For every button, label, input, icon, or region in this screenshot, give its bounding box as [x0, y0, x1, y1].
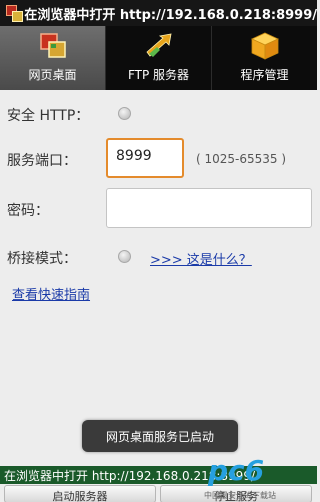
tab-label: FTP 服务器: [127, 68, 190, 82]
tab-web-desktop[interactable]: 网页桌面: [0, 26, 106, 90]
what-is-this-link[interactable]: >>> 这是什么？: [150, 249, 252, 268]
bridge-mode-radio[interactable]: [118, 250, 131, 263]
tab-ftp-server[interactable]: FTP 服务器: [106, 26, 212, 90]
tab-app-management[interactable]: 程序管理: [212, 26, 317, 90]
web-desktop-icon: [37, 31, 69, 61]
window-title: 在浏览器中打开 http://192.168.0.218:8999/: [24, 7, 317, 23]
quick-guide-link[interactable]: 查看快速指南: [12, 284, 90, 303]
bridge-mode-label: 桥接模式：: [7, 251, 77, 267]
secure-http-radio[interactable]: [118, 107, 131, 120]
port-label: 服务端口：: [7, 153, 77, 169]
toast-text: 网页桌面服务已启动: [105, 429, 214, 444]
toast-message: 网页桌面服务已启动: [82, 420, 238, 452]
title-bar: 在浏览器中打开 http://192.168.0.218:8999/: [0, 0, 317, 26]
watermark-logo: pc6: [208, 454, 265, 487]
port-input[interactable]: 8999: [106, 138, 184, 178]
port-range-hint: ( 1025-65535 ): [196, 152, 287, 166]
pc6-watermark: pc6 中国最安全的下载站: [190, 452, 314, 502]
tab-label: 网页桌面: [28, 68, 77, 82]
settings-panel: 安全 HTTP： 服务端口： 8999 ( 1025-65535 ) 密码： 桥…: [0, 90, 317, 466]
port-value: 8999: [116, 148, 152, 164]
app-logo-icon: [4, 3, 23, 23]
tab-label: 程序管理: [240, 68, 289, 82]
tab-bar: 网页桌面 FTP 服务器 程序管理: [0, 26, 317, 90]
password-label: 密码：: [7, 203, 49, 219]
ftp-arrows-icon: [143, 31, 175, 61]
secure-http-label: 安全 HTTP：: [7, 108, 90, 124]
password-input[interactable]: [106, 188, 312, 228]
box-icon: [249, 31, 281, 61]
start-server-label: 启动服务器: [52, 490, 108, 502]
watermark-subtitle: 中国最安全的下载站: [204, 491, 276, 500]
start-server-button[interactable]: 启动服务器: [4, 485, 156, 502]
